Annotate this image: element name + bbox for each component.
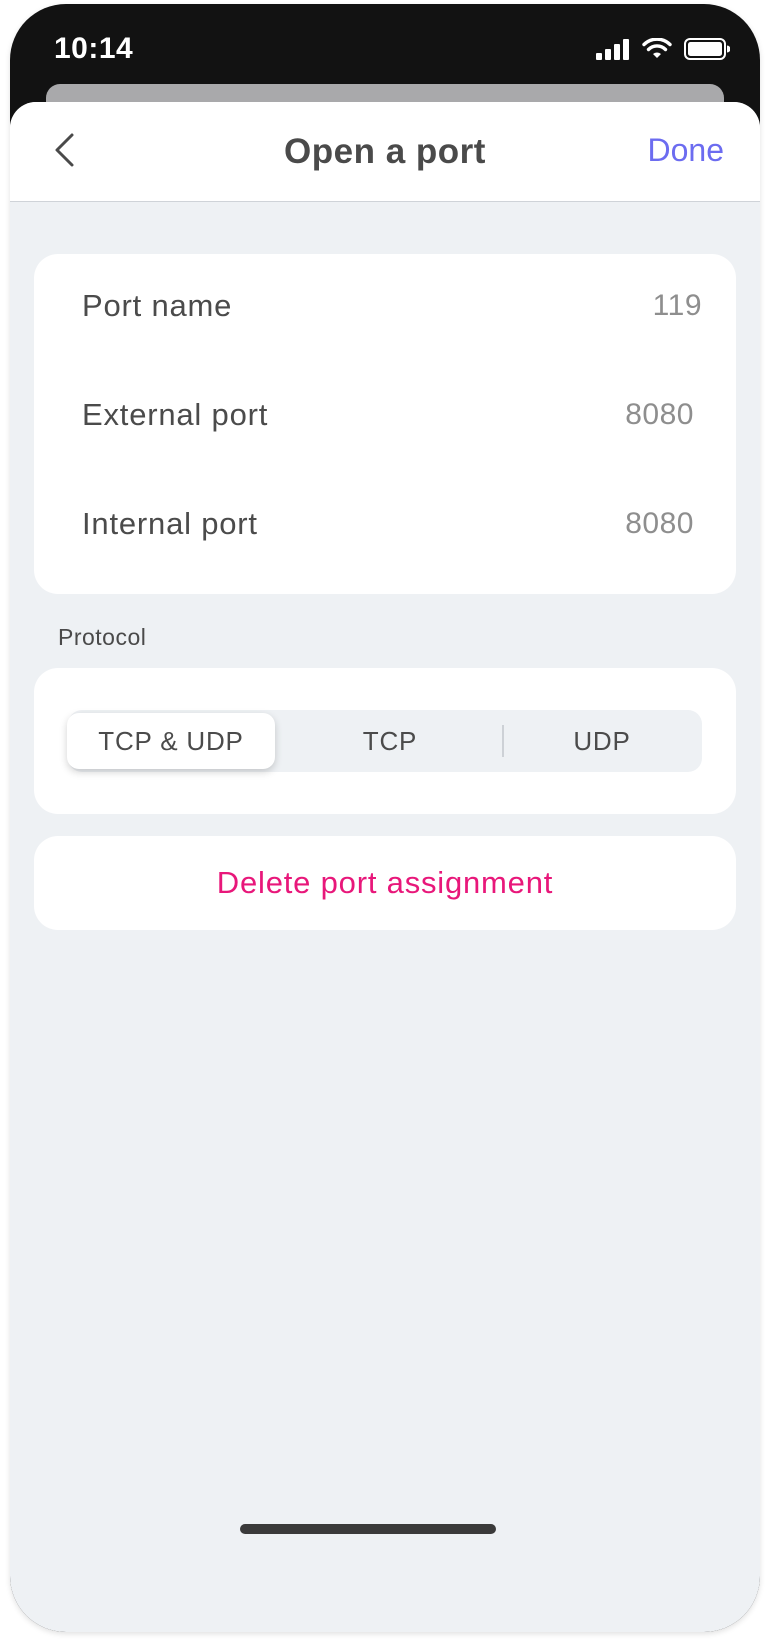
segment-tcp[interactable]: TCP <box>282 713 498 769</box>
internal-port-row[interactable]: Internal port 8080 <box>82 494 694 554</box>
wifi-icon <box>642 37 672 65</box>
port-name-row[interactable]: Port name 119 <box>82 276 701 336</box>
segment-tcp-udp[interactable]: TCP & UDP <box>67 713 275 769</box>
segment-divider <box>502 725 504 757</box>
port-fields-card: Port name 119 External port 8080 Interna… <box>34 254 736 594</box>
home-indicator[interactable] <box>240 1524 496 1534</box>
external-port-label: External port <box>82 397 269 432</box>
internal-port-label: Internal port <box>82 506 258 541</box>
status-bar: 10:14 <box>10 4 760 94</box>
delete-port-button[interactable]: Delete port assignment <box>34 836 736 930</box>
port-name-value[interactable]: 119 <box>653 289 702 323</box>
port-name-label: Port name <box>82 288 233 323</box>
navigation-bar: Open a port Done <box>10 102 760 202</box>
delete-port-label: Delete port assignment <box>216 865 554 900</box>
cellular-signal-icon <box>596 38 630 65</box>
battery-icon <box>684 38 731 65</box>
status-time: 10:14 <box>54 32 134 65</box>
internal-port-value[interactable]: 8080 <box>625 507 694 541</box>
external-port-value[interactable]: 8080 <box>625 398 694 432</box>
protocol-section-label: Protocol <box>58 624 147 650</box>
open-port-sheet: Open a port Done Port name 119 External … <box>10 102 760 1632</box>
external-port-row[interactable]: External port 8080 <box>82 385 694 445</box>
phone-frame: 10:14 Open a port Done Port name 119 Ext… <box>10 4 760 1632</box>
status-icons <box>596 37 731 65</box>
protocol-segmented-control: TCP & UDP TCP UDP <box>67 710 702 772</box>
protocol-card: TCP & UDP TCP UDP <box>34 668 736 814</box>
segment-udp[interactable]: UDP <box>506 713 698 769</box>
done-button[interactable]: Done <box>648 132 725 169</box>
